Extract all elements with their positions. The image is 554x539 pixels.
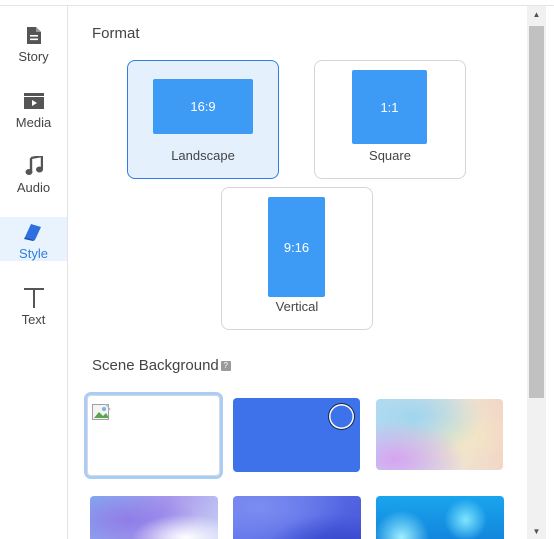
format-label: Landscape bbox=[171, 148, 235, 163]
sidebar-item-story[interactable]: Story bbox=[0, 20, 67, 64]
format-title: Format bbox=[92, 25, 140, 42]
scene-background-label: Scene Background bbox=[92, 357, 219, 374]
scene-background-title: Scene Background? bbox=[92, 357, 231, 374]
ratio-preview: 1:1 bbox=[352, 70, 427, 144]
background-tile-blank[interactable] bbox=[84, 392, 223, 479]
sidebar-item-media[interactable]: Media bbox=[0, 86, 67, 130]
sidebar-item-style[interactable]: Style bbox=[0, 217, 67, 261]
background-tile-solid-blue[interactable] bbox=[233, 398, 360, 472]
broken-image-icon bbox=[92, 403, 112, 422]
scroll-thumb[interactable] bbox=[529, 26, 544, 398]
document-icon bbox=[26, 24, 42, 46]
scroll-down-icon[interactable]: ▼ bbox=[527, 523, 546, 539]
sidebar-item-label: Media bbox=[15, 115, 52, 130]
sidebar: Story Media Audio Style Text bbox=[0, 6, 68, 539]
style-panel: Format 16:9 Landscape 1:1 Square 9:16 Ve… bbox=[69, 6, 527, 539]
format-option-square[interactable]: 1:1 Square bbox=[314, 60, 466, 179]
help-icon[interactable]: ? bbox=[220, 361, 231, 372]
format-option-landscape[interactable]: 16:9 Landscape bbox=[127, 60, 279, 179]
format-option-vertical[interactable]: 9:16 Vertical bbox=[221, 187, 373, 330]
sidebar-item-label: Text bbox=[21, 312, 46, 327]
vertical-scrollbar[interactable]: ▲ ▼ bbox=[527, 6, 546, 539]
paint-brush-icon bbox=[23, 221, 45, 243]
format-label: Vertical bbox=[275, 299, 319, 314]
background-tile-pastel-gradient[interactable] bbox=[376, 399, 503, 470]
background-tile-cyan-pattern[interactable] bbox=[376, 496, 504, 539]
ratio-preview: 16:9 bbox=[153, 79, 253, 134]
text-t-icon bbox=[23, 287, 45, 309]
background-tile-indigo-waves[interactable] bbox=[233, 496, 361, 539]
scroll-up-icon[interactable]: ▲ bbox=[527, 6, 546, 22]
sidebar-item-text[interactable]: Text bbox=[0, 283, 67, 327]
sidebar-item-audio[interactable]: Audio bbox=[0, 151, 67, 195]
music-note-icon bbox=[25, 155, 43, 177]
background-tile-blue-purple-gradient[interactable] bbox=[90, 496, 218, 539]
sidebar-item-label: Audio bbox=[16, 180, 51, 195]
format-label: Square bbox=[369, 148, 411, 163]
sidebar-item-label: Story bbox=[18, 49, 49, 64]
selection-ring-icon bbox=[328, 403, 355, 430]
sidebar-item-label: Style bbox=[19, 246, 48, 261]
media-icon bbox=[23, 90, 45, 112]
ratio-preview: 9:16 bbox=[268, 197, 325, 297]
